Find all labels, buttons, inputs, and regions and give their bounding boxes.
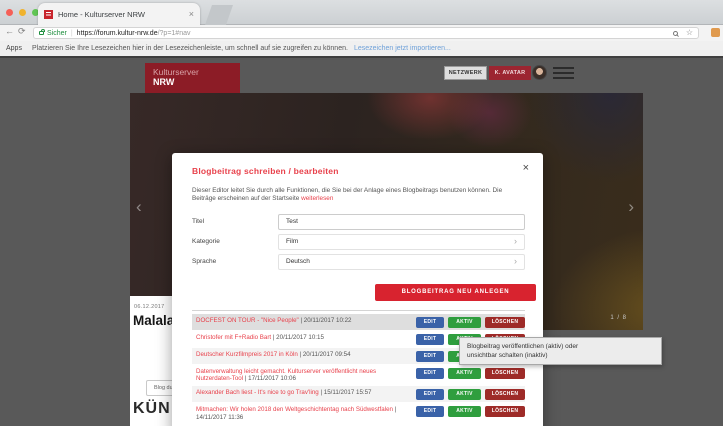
site-logo[interactable]: Kulturserver NRW [145, 63, 240, 93]
slider-next-icon[interactable]: › [628, 198, 634, 215]
url-suffix: /?p=1#nav [158, 30, 191, 37]
blog-post-date: | 20/11/2017 09:54 [298, 351, 351, 358]
netzwerk-button[interactable]: NETZWERK [444, 66, 487, 80]
blog-post-link[interactable]: Alexander Bach liest - It's nice to go T… [196, 389, 319, 396]
blog-post-date: | 20/11/2017 10:22 [299, 317, 352, 324]
section-heading: KÜN [133, 400, 171, 418]
blog-post-row: Datenverwaltung leicht gemacht. Kulturse… [192, 365, 525, 385]
reload-icon[interactable]: ⟳ [18, 26, 26, 37]
site-header: Kulturserver NRW NETZWERK K. AVATAR [0, 58, 723, 93]
slider-prev-icon[interactable]: ‹ [136, 198, 142, 215]
modal-description: Dieser Editor leitet Sie durch alle Funk… [192, 187, 525, 204]
lock-icon [39, 31, 44, 35]
close-window-button[interactable] [6, 9, 13, 16]
blog-editor-modal: × Blogbeitrag schreiben / bearbeiten Die… [172, 153, 543, 426]
aktiv-button[interactable]: AKTIV [448, 368, 481, 379]
blog-post-row: DOCFEST ON TOUR - "Nice People" | 20/11/… [192, 314, 525, 330]
sprache-label: Sprache [192, 258, 278, 265]
edit-button[interactable]: EDIT [416, 351, 444, 362]
blog-post-date: | 17/11/2017 10:06 [243, 375, 296, 382]
loeschen-button[interactable]: LÖSCHEN [485, 389, 525, 400]
minimize-window-button[interactable] [19, 9, 26, 16]
titel-label: Titel [192, 218, 278, 225]
tab-bar: Home - Kulturserver NRW × [0, 0, 723, 25]
blog-post-link[interactable]: DOCFEST ON TOUR - "Nice People" [196, 317, 299, 324]
aktiv-button[interactable]: AKTIV [448, 317, 481, 328]
aktiv-button[interactable]: AKTIV [448, 389, 481, 400]
bookmarks-bar: Apps Platzieren Sie Ihre Lesezeichen hie… [0, 41, 723, 56]
form-row-titel: Titel [192, 214, 525, 230]
site-favicon-icon [44, 10, 53, 19]
loeschen-button[interactable]: LÖSCHEN [485, 317, 525, 328]
edit-button[interactable]: EDIT [416, 334, 444, 345]
blog-post-link[interactable]: Christofer mit F+Radio Bart [196, 334, 271, 341]
avatar[interactable] [532, 65, 547, 80]
modal-title: Blogbeitrag schreiben / bearbeiten [192, 166, 525, 176]
new-tab-button[interactable] [205, 5, 233, 25]
search-icon[interactable] [673, 31, 678, 36]
browser-window: Home - Kulturserver NRW × ← ⟳ Sicher | h… [0, 0, 723, 426]
kategorie-select[interactable]: Film › [278, 234, 525, 250]
sprache-select[interactable]: Deutsch › [278, 254, 525, 270]
import-bookmarks-link[interactable]: Lesezeichen jetzt importieren... [354, 45, 451, 52]
secure-label: Sicher [47, 30, 67, 37]
blog-post-date: | 15/11/2017 15:57 [319, 389, 372, 396]
slider-pagination: 1 / 8 [610, 315, 627, 321]
blog-post-date: | 20/11/2017 10:15 [271, 334, 324, 341]
blog-form: Titel Kategorie Film › Sprache Deutsch › [192, 214, 525, 270]
create-blogpost-button[interactable]: BLOGBEITRAG NEU ANLEGEN [375, 284, 536, 301]
blog-post-row: Mitmachen: Wir holen 2018 den Weltgeschi… [192, 403, 525, 423]
blog-post-row: Alexander Bach liest - It's nice to go T… [192, 386, 525, 402]
avatar-button[interactable]: K. AVATAR [489, 66, 531, 80]
form-row-sprache: Sprache Deutsch › [192, 254, 525, 270]
blog-post-link[interactable]: Deutscher Kurzfilmpreis 2017 in Köln [196, 351, 298, 358]
address-toolbar: ← ⟳ Sicher | https://forum.kultur-nrw.de… [0, 25, 723, 41]
edit-button[interactable]: EDIT [416, 406, 444, 417]
chevron-right-icon: › [514, 237, 517, 246]
bookmarks-hint: Platzieren Sie Ihre Lesezeichen hier in … [32, 45, 348, 52]
edit-button[interactable]: EDIT [416, 389, 444, 400]
posts-list: DOCFEST ON TOUR - "Nice People" | 20/11/… [192, 310, 525, 423]
extension-icon[interactable] [711, 28, 720, 37]
menu-icon[interactable] [553, 67, 574, 82]
back-icon[interactable]: ← [5, 26, 14, 36]
loeschen-button[interactable]: LÖSCHEN [485, 406, 525, 417]
titel-input[interactable] [278, 214, 525, 230]
bookmark-star-icon[interactable]: ☆ [686, 29, 693, 37]
post-preview-title: Malala [133, 313, 174, 328]
form-row-kategorie: Kategorie Film › [192, 234, 525, 250]
url-text: https://forum.kultur-nrw.de [77, 30, 158, 37]
close-icon[interactable]: × [523, 163, 529, 174]
edit-button[interactable]: EDIT [416, 368, 444, 379]
read-more-link[interactable]: weiterlesen [301, 195, 333, 202]
browser-tab[interactable]: Home - Kulturserver NRW × [38, 3, 200, 25]
tab-close-icon[interactable]: × [189, 10, 194, 19]
edit-button[interactable]: EDIT [416, 317, 444, 328]
apps-shortcut[interactable]: Apps [6, 45, 22, 52]
tab-title: Home - Kulturserver NRW [58, 10, 185, 19]
aktiv-button[interactable]: AKTIV [448, 406, 481, 417]
kategorie-label: Kategorie [192, 238, 278, 245]
url-bar[interactable]: Sicher | https://forum.kultur-nrw.de /?p… [33, 27, 699, 39]
loeschen-button[interactable]: LÖSCHEN [485, 368, 525, 379]
post-preview-date: 06.12.2017 [134, 304, 165, 310]
blog-post-link[interactable]: Mitmachen: Wir holen 2018 den Weltgeschi… [196, 406, 393, 413]
aktiv-tooltip: Blogbeitrag veröffentlichen (aktiv) oder… [459, 337, 662, 365]
chevron-right-icon: › [514, 257, 517, 266]
